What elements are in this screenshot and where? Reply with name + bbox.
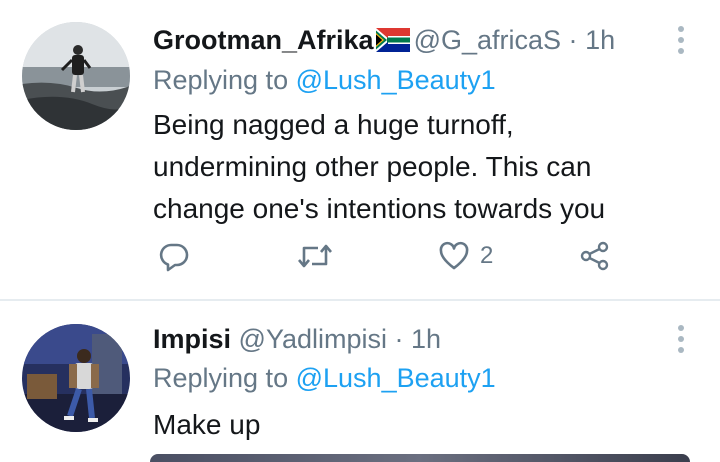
user-handle[interactable]: @Yadlimpisi	[239, 324, 387, 354]
tweet-text: Make up	[153, 409, 261, 440]
more-options-icon[interactable]	[676, 26, 686, 59]
display-name[interactable]: Impisi	[153, 324, 231, 354]
tweet-actions: 2	[0, 240, 720, 280]
replying-to-label: Replying to	[153, 65, 289, 95]
user-handle[interactable]: @G_africaS	[414, 25, 561, 55]
share-icon	[580, 241, 609, 271]
display-name[interactable]: Grootman_Afrika	[153, 25, 374, 55]
tweet[interactable]: Impisi @Yadlimpisi · 1h Replying to @Lus…	[0, 301, 720, 462]
tweet-text-line: Being nagged a huge turnoff,	[153, 109, 514, 140]
separator-dot: ·	[394, 324, 404, 354]
like-icon	[439, 241, 469, 270]
share-button[interactable]	[579, 240, 611, 272]
tweet-text-line: undermining other people. This can	[153, 151, 592, 182]
avatar[interactable]	[22, 324, 130, 432]
replying-to-label: Replying to	[153, 363, 289, 393]
tweet-header: Impisi @Yadlimpisi · 1h	[153, 322, 441, 356]
mention-link[interactable]: @Lush_Beauty1	[296, 363, 496, 393]
retweet-icon	[298, 244, 332, 268]
more-options-icon[interactable]	[676, 325, 686, 358]
separator-dot: ·	[568, 25, 578, 55]
avatar-photo	[22, 324, 130, 432]
avatar[interactable]	[22, 22, 130, 130]
tweet-text-line: change one's intentions towards you	[153, 193, 606, 224]
timestamp[interactable]: 1h	[585, 25, 615, 55]
like-count: 2	[480, 242, 494, 269]
south-africa-flag-icon	[375, 26, 410, 60]
replying-to: Replying to @Lush_Beauty1	[153, 361, 496, 395]
like-button[interactable]: 2	[438, 240, 493, 272]
reply-icon	[159, 243, 189, 272]
reply-button[interactable]	[158, 240, 190, 272]
media-preview[interactable]	[150, 454, 690, 462]
mention-link[interactable]: @Lush_Beauty1	[296, 65, 496, 95]
retweet-button[interactable]	[296, 240, 334, 272]
tweet[interactable]: Grootman_Afrika @G_africaS · 1h Replying…	[0, 0, 720, 300]
timestamp[interactable]: 1h	[411, 324, 441, 354]
replying-to: Replying to @Lush_Beauty1	[153, 63, 496, 97]
tweet-header: Grootman_Afrika @G_africaS · 1h	[153, 23, 615, 60]
tweet-text: Being nagged a huge turnoff, undermining…	[153, 104, 673, 230]
avatar-photo	[22, 22, 130, 130]
